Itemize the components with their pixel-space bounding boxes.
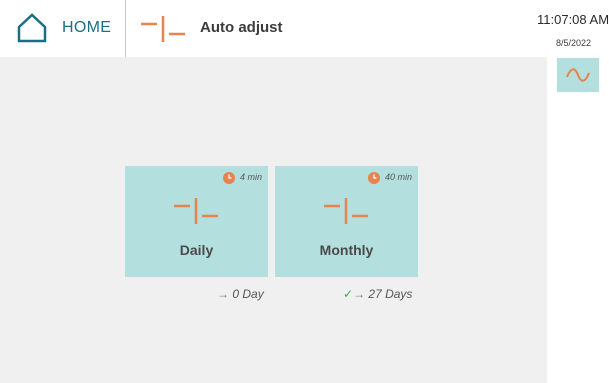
monthly-status: ✓→ 27 Days bbox=[343, 287, 412, 301]
clock-time: 11:07:08 AM bbox=[537, 12, 609, 27]
card-duration: 4 min bbox=[240, 172, 263, 182]
clock-date: 8/5/2022 bbox=[556, 38, 592, 48]
card-label: Daily bbox=[179, 242, 214, 258]
daily-status: → 0 Day bbox=[217, 287, 264, 301]
status-text: 27 Days bbox=[368, 287, 413, 301]
sine-wave-button[interactable] bbox=[557, 58, 599, 92]
clock-icon bbox=[368, 172, 380, 184]
home-button[interactable]: HOME bbox=[0, 0, 125, 57]
arrow-icon: → bbox=[217, 287, 229, 301]
adjust-icon bbox=[141, 16, 185, 42]
daily-card[interactable]: 4 min Daily bbox=[125, 166, 268, 277]
home-icon bbox=[17, 13, 47, 43]
monthly-card[interactable]: 40 min Monthly bbox=[275, 166, 418, 277]
card-label: Monthly bbox=[319, 242, 374, 258]
sine-wave-icon bbox=[566, 68, 590, 82]
card-duration: 40 min bbox=[385, 172, 413, 182]
adjust-icon bbox=[324, 198, 368, 224]
check-icon: ✓ bbox=[343, 287, 354, 301]
content-area bbox=[0, 57, 547, 383]
page-title: Auto adjust bbox=[200, 19, 283, 36]
adjust-icon bbox=[174, 198, 218, 224]
clock-icon bbox=[223, 172, 235, 184]
status-text: 0 Day bbox=[232, 287, 264, 301]
header-divider bbox=[125, 0, 126, 57]
top-bar: HOME Auto adjust 11:07:08 AM 8/5/2022 bbox=[0, 0, 609, 57]
arrow-icon: → bbox=[353, 287, 366, 301]
side-panel bbox=[547, 57, 609, 383]
home-label: HOME bbox=[62, 19, 112, 36]
